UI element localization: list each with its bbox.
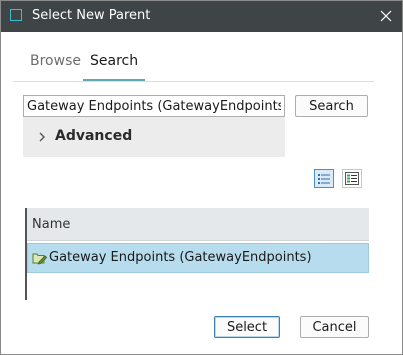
table-header: Name (27, 208, 369, 241)
advanced-section-toggle[interactable]: Advanced (23, 117, 285, 157)
advanced-label: Advanced (55, 128, 133, 144)
list-view-icon (318, 173, 330, 184)
tab-divider (13, 81, 374, 82)
close-icon (380, 10, 392, 22)
folder-edit-icon (32, 253, 47, 265)
select-button[interactable]: Select (214, 316, 280, 338)
chevron-right-icon (39, 132, 45, 142)
search-button[interactable]: Search (295, 95, 368, 117)
search-input[interactable] (23, 95, 285, 117)
select-new-parent-dialog: Select New Parent Browse Search Search A… (0, 0, 403, 355)
list-view-button[interactable] (314, 169, 334, 188)
details-view-button[interactable] (342, 169, 362, 188)
window-title: Select New Parent (32, 8, 151, 23)
column-header-name[interactable]: Name (32, 217, 70, 232)
row-name: Gateway Endpoints (GatewayEndpoints) (49, 250, 312, 265)
table-row[interactable]: Gateway Endpoints (GatewayEndpoints) (27, 243, 369, 273)
close-button[interactable] (373, 4, 399, 28)
results-table: Name Gateway Endpoints (GatewayEndpoints… (25, 208, 369, 300)
dialog-content: Browse Search Search Advanced (13, 43, 374, 301)
window-icon (10, 9, 22, 21)
tab-search[interactable]: Search (83, 43, 146, 82)
tab-browse[interactable]: Browse (23, 43, 88, 79)
details-view-icon (345, 172, 359, 185)
cancel-button[interactable]: Cancel (300, 316, 369, 338)
title-bar: Select New Parent (1, 1, 402, 32)
